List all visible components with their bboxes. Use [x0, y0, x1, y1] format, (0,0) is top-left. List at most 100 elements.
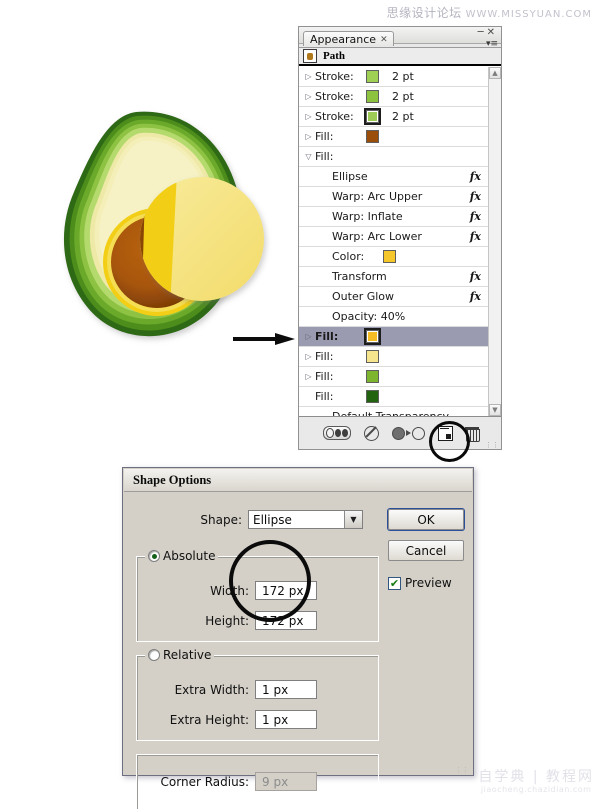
corner-radius-input: 9 px — [255, 772, 317, 791]
relative-legend[interactable]: Relative — [145, 648, 215, 662]
shape-row: Shape: Ellipse ▼ — [124, 510, 369, 529]
extra-width-value: 1 px — [262, 682, 289, 697]
chevron-right-icon[interactable]: ▷ — [302, 352, 315, 361]
appearance-item-list[interactable]: ▷ Stroke: 2 pt ▷ Stroke: 2 pt ▷ Stroke: 2 pt ▷ Fil… — [299, 67, 488, 416]
appearance-row-label: Transform — [332, 270, 387, 283]
appearance-row-value: 2 pt — [392, 90, 414, 103]
corner-radius-label: Corner Radius: — [160, 774, 249, 789]
color-swatch[interactable] — [366, 370, 379, 383]
chevron-right-icon[interactable]: ▷ — [302, 72, 315, 81]
chevron-down-icon[interactable]: ▼ — [344, 511, 362, 528]
preview-checkbox[interactable]: ✔ — [388, 576, 401, 590]
dialog-title: Shape Options — [133, 472, 212, 487]
panel-scrollbar[interactable]: ▲ ▼ — [488, 67, 501, 416]
appearance-row-stroke-1[interactable]: ▷ Stroke: 2 pt — [299, 67, 488, 87]
watermark-top-url: WWW.MISSYUAN.COM — [465, 9, 592, 20]
chevron-right-icon[interactable]: ▷ — [302, 132, 315, 141]
shape-select[interactable]: Ellipse ▼ — [248, 510, 363, 529]
appearance-row-stroke-3[interactable]: ▷ Stroke: 2 pt — [299, 107, 488, 127]
color-swatch[interactable] — [366, 90, 379, 103]
appearance-row-label: Color: — [332, 250, 365, 263]
watermark-top: 思缘设计论坛 WWW.MISSYUAN.COM — [0, 4, 600, 21]
chevron-right-icon[interactable]: ▷ — [302, 112, 315, 121]
scroll-down-arrow[interactable]: ▼ — [489, 404, 501, 416]
chevron-down-icon[interactable]: ▽ — [302, 152, 315, 161]
relative-group: Relative Extra Width: 1 px Extra Height:… — [136, 648, 379, 741]
absolute-legend[interactable]: Absolute — [145, 549, 219, 563]
appearance-row-effect-outer-glow[interactable]: Outer Glow fx — [299, 287, 488, 307]
pointer-arrow-selected-fill — [233, 333, 295, 345]
fx-icon[interactable]: fx — [470, 210, 481, 223]
appearance-row-label: Fill: — [315, 330, 339, 343]
appearance-row-effect-warp-arc-upper[interactable]: Warp: Arc Upper fx — [299, 187, 488, 207]
new-art-basic-appearance-icon[interactable] — [322, 426, 351, 440]
appearance-row-label: Stroke: — [315, 90, 354, 103]
appearance-row-effect-opacity[interactable]: Opacity: 40% — [299, 307, 488, 327]
preview-label: Preview — [405, 576, 452, 590]
appearance-row-label: Fill: — [315, 370, 334, 383]
tab-appearance[interactable]: Appearance ✕ — [303, 31, 394, 46]
appearance-row-effect-color[interactable]: Color: — [299, 247, 488, 267]
color-swatch[interactable] — [366, 390, 379, 403]
fx-icon[interactable]: fx — [470, 290, 481, 303]
extra-height-value: 1 px — [262, 712, 289, 727]
absolute-label: Absolute — [163, 549, 216, 563]
cancel-button[interactable]: Cancel — [388, 540, 464, 561]
fx-icon[interactable]: fx — [470, 190, 481, 203]
extra-height-label: Extra Height: — [169, 712, 249, 727]
color-swatch[interactable] — [383, 250, 396, 263]
panel-body: Path ▷ Stroke: 2 pt ▷ Stroke: 2 pt ▷ Stroke: 2 p… — [299, 47, 501, 449]
scroll-up-arrow[interactable]: ▲ — [489, 67, 501, 79]
color-swatch[interactable] — [366, 110, 379, 123]
appearance-row-label: Stroke: — [315, 70, 354, 83]
chevron-right-icon[interactable]: ▷ — [302, 92, 315, 101]
color-swatch[interactable] — [366, 330, 379, 343]
appearance-row-fill-brown[interactable]: ▷ Fill: — [299, 127, 488, 147]
shape-select-value: Ellipse — [253, 512, 292, 527]
color-swatch[interactable] — [366, 350, 379, 363]
appearance-row-default-transparency[interactable]: Default Transparency — [299, 407, 488, 416]
extra-height-input[interactable]: 1 px — [255, 710, 317, 729]
radio-relative[interactable] — [148, 649, 160, 661]
extra-width-input[interactable]: 1 px — [255, 680, 317, 699]
color-swatch[interactable] — [366, 130, 379, 143]
color-swatch[interactable] — [366, 70, 379, 83]
path-target-header[interactable]: Path — [299, 48, 501, 66]
fx-icon[interactable]: fx — [470, 170, 481, 183]
chevron-right-icon[interactable]: ▷ — [302, 372, 315, 381]
appearance-row-fill-green[interactable]: ▷ Fill: — [299, 367, 488, 387]
appearance-row-label: Fill: — [315, 130, 334, 143]
appearance-row-fill-pale[interactable]: ▷ Fill: — [299, 347, 488, 367]
appearance-row-fill-expanded[interactable]: ▽ Fill: — [299, 147, 488, 167]
path-thumbnail-icon — [303, 49, 317, 63]
chevron-right-icon[interactable]: ▷ — [302, 332, 315, 341]
dialog-titlebar: Shape Options — [124, 469, 472, 492]
reduce-to-basic-appearance-icon[interactable] — [391, 426, 425, 440]
appearance-row-label: Stroke: — [315, 110, 354, 123]
panel-footer-toolbar[interactable]: ⋮⋮ — [299, 416, 501, 449]
shape-options-dialog[interactable]: Shape Options Shape: Ellipse ▼ Absolute … — [122, 467, 474, 810]
appearance-row-fill-selected[interactable]: ▷ Fill: — [299, 327, 488, 347]
panel-resize-grip[interactable]: ⋮⋮ — [485, 442, 499, 449]
fx-icon[interactable]: fx — [470, 230, 481, 243]
appearance-row-effect-warp-inflate[interactable]: Warp: Inflate fx — [299, 207, 488, 227]
path-label: Path — [323, 50, 345, 62]
ok-button[interactable]: OK — [388, 509, 464, 530]
preview-checkbox-row[interactable]: ✔ Preview — [388, 576, 452, 590]
appearance-row-fill-dark-green[interactable]: Fill: — [299, 387, 488, 407]
tab-close-icon[interactable]: ✕ — [380, 35, 388, 45]
corner-radius-row: Corner Radius: 9 px — [137, 772, 368, 791]
dialog-body: Shape: Ellipse ▼ Absolute Width: 172 px … — [124, 492, 472, 810]
appearance-row-effect-warp-arc-lower[interactable]: Warp: Arc Lower fx — [299, 227, 488, 247]
appearance-row-stroke-2[interactable]: ▷ Stroke: 2 pt — [299, 87, 488, 107]
radio-absolute[interactable] — [148, 550, 160, 562]
appearance-panel[interactable]: ─✕ Appearance ✕ ▾≡ Path ▷ Stroke: 2 pt ▷ Str… — [298, 26, 502, 450]
appearance-row-label: Warp: Inflate — [332, 210, 403, 223]
fx-icon[interactable]: fx — [470, 270, 481, 283]
appearance-row-label: Outer Glow — [332, 290, 395, 303]
clear-appearance-icon[interactable] — [363, 425, 379, 441]
appearance-row-effect-transform[interactable]: Transform fx — [299, 267, 488, 287]
appearance-row-effect-ellipse[interactable]: Ellipse fx — [299, 167, 488, 187]
dialog-resize-grip: ⋮⋮ — [455, 766, 469, 774]
tab-appearance-label: Appearance — [310, 33, 377, 46]
